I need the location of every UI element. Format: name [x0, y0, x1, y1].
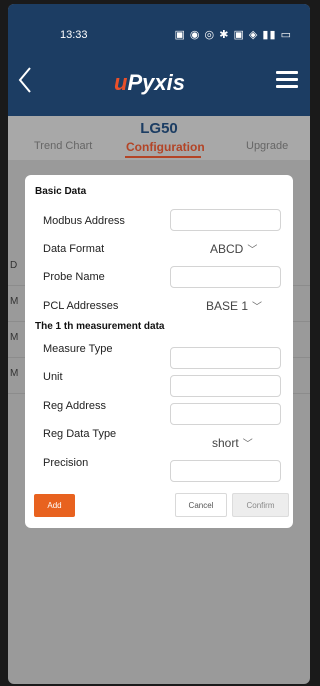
reg-data-type-label: Reg Data Type — [43, 428, 117, 440]
confirm-button[interactable]: Confirm — [232, 493, 289, 517]
add-button[interactable]: Add — [34, 494, 75, 517]
chevron-down-icon: ﹀ — [252, 302, 263, 313]
reg-data-type-value: short — [212, 436, 239, 450]
tab-upgrade[interactable]: Upgrade — [246, 140, 288, 152]
probe-name-label: Probe Name — [43, 271, 105, 283]
measure-type-input[interactable] — [170, 347, 281, 369]
phone-screen: 13:33 ▣ ◉ ◎ ✱ ▣ ◈ ▮▮ ▭ uPyxis LG50 Trend… — [8, 4, 310, 684]
app-logo: uPyxis — [114, 70, 185, 96]
data-format-label: Data Format — [43, 243, 105, 255]
hamburger-menu-icon[interactable] — [276, 71, 298, 89]
pcl-addresses-label: PCL Addresses — [43, 300, 119, 312]
probe-name-input[interactable] — [170, 266, 281, 288]
pcl-addresses-value: BASE 1 — [206, 299, 249, 313]
chevron-down-icon: ﹀ — [247, 245, 258, 256]
pcl-addresses-select[interactable]: BASE 1 ﹀ — [206, 298, 262, 313]
data-format-value: ABCD — [210, 242, 244, 256]
logo-name: Pyxis — [127, 70, 185, 95]
unit-label: Unit — [43, 371, 63, 383]
reg-address-input[interactable] — [170, 403, 281, 425]
tab-configuration[interactable]: Configuration — [126, 140, 205, 154]
active-tab-indicator — [125, 156, 201, 158]
add-probe-dialog: Basic Data Modbus Address Data Format AB… — [25, 175, 293, 528]
chevron-down-icon: ﹀ — [242, 439, 253, 450]
status-icons: ▣ ◉ ◎ ✱ ▣ ◈ ▮▮ ▭ — [174, 29, 292, 41]
modbus-address-input[interactable] — [170, 209, 281, 231]
app-bar: uPyxis — [8, 54, 310, 116]
precision-label: Precision — [43, 457, 89, 469]
modbus-address-label: Modbus Address — [43, 215, 125, 227]
unit-input[interactable] — [170, 375, 281, 397]
reg-address-label: Reg Address — [43, 400, 106, 412]
status-time: 13:33 — [60, 29, 88, 41]
status-bar: 13:33 ▣ ◉ ◎ ✱ ▣ ◈ ▮▮ ▭ — [8, 4, 310, 54]
measurement-data-heading: The 1 th measurement data — [35, 321, 165, 332]
basic-data-heading: Basic Data — [35, 186, 87, 197]
tab-trend-chart[interactable]: Trend Chart — [34, 140, 92, 152]
logo-prefix: u — [114, 70, 128, 95]
data-format-select[interactable]: ABCD ﹀ — [210, 241, 257, 256]
precision-input[interactable] — [170, 460, 281, 482]
reg-data-type-select[interactable]: short ﹀ — [212, 435, 253, 450]
measure-type-label: Measure Type — [43, 343, 113, 355]
device-title: LG50 — [140, 120, 178, 137]
cancel-button[interactable]: Cancel — [175, 493, 227, 517]
device-header: LG50 Trend Chart Configuration Upgrade — [8, 116, 310, 160]
chevron-left-icon[interactable] — [18, 66, 48, 100]
